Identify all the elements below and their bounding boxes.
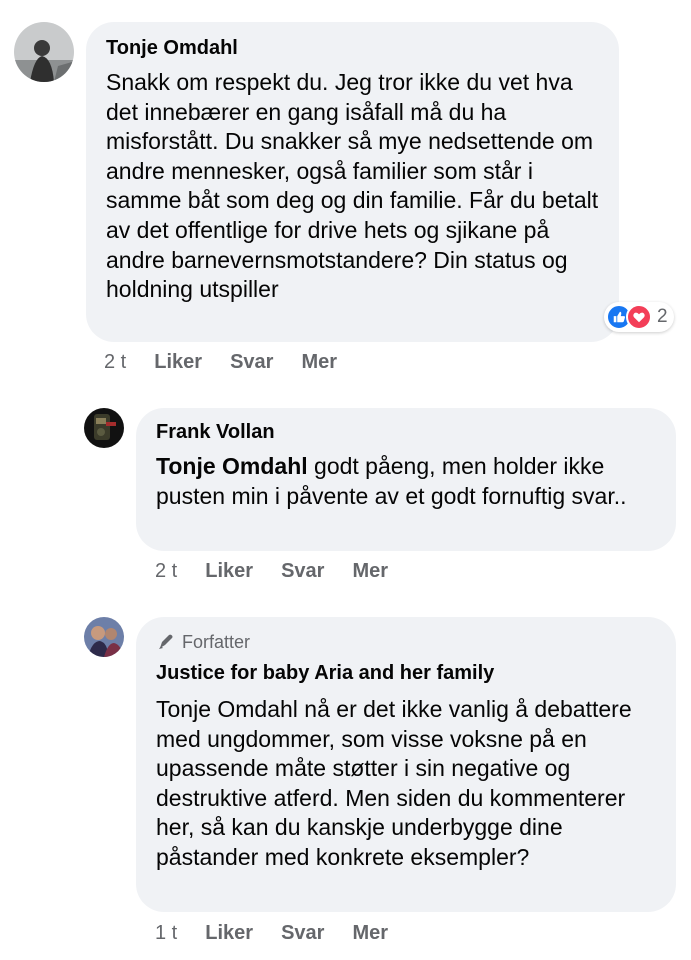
comment-author[interactable]: Justice for baby Aria and her family [156, 661, 656, 685]
comment-timestamp[interactable]: 2 t [155, 560, 177, 583]
reactions-summary[interactable]: 2 [604, 302, 674, 332]
avatar-justice-for-baby-aria[interactable] [84, 617, 124, 657]
more-button[interactable]: Mer [301, 351, 337, 374]
comment-bubble: Tonje Omdahl Snakk om respekt du. Jeg tr… [86, 22, 619, 342]
love-icon [626, 304, 652, 330]
reaction-count: 2 [657, 306, 668, 327]
avatar-frank-vollan[interactable] [84, 408, 124, 448]
author-badge-label: Forfatter [182, 632, 251, 652]
like-button[interactable]: Liker [205, 922, 253, 945]
comment-text: Tonje Omdahl godt påeng, men holder ikke… [156, 452, 656, 511]
comment-text: Tonje Omdahl nå er det ikke vanlig å deb… [156, 696, 632, 870]
more-button[interactable]: Mer [352, 560, 388, 583]
comment-actions: 1 t Liker Svar Mer [155, 922, 416, 945]
reply-button[interactable]: Svar [230, 351, 273, 374]
avatar-tonje-omdahl[interactable] [14, 22, 74, 82]
pen-icon [156, 633, 176, 651]
comment-actions: 2 t Liker Svar Mer [104, 351, 365, 374]
comment-actions: 2 t Liker Svar Mer [155, 560, 416, 583]
like-button[interactable]: Liker [205, 560, 253, 583]
reply-button[interactable]: Svar [281, 560, 324, 583]
comment-timestamp[interactable]: 2 t [104, 351, 126, 374]
like-button[interactable]: Liker [154, 351, 202, 374]
comment-text: Snakk om respekt du. Jeg tror ikke du ve… [106, 69, 599, 303]
author-badge: Forfatter [156, 631, 656, 653]
comment-timestamp[interactable]: 1 t [155, 922, 177, 945]
comment-author[interactable]: Tonje Omdahl [106, 36, 599, 60]
mention-link[interactable]: Tonje Omdahl [156, 453, 308, 479]
comment-bubble: Forfatter Justice for baby Aria and her … [136, 617, 676, 912]
more-button[interactable]: Mer [352, 922, 388, 945]
comment-author[interactable]: Frank Vollan [156, 420, 656, 444]
reply-button[interactable]: Svar [281, 922, 324, 945]
comment-bubble: Frank Vollan Tonje Omdahl godt påeng, me… [136, 408, 676, 551]
